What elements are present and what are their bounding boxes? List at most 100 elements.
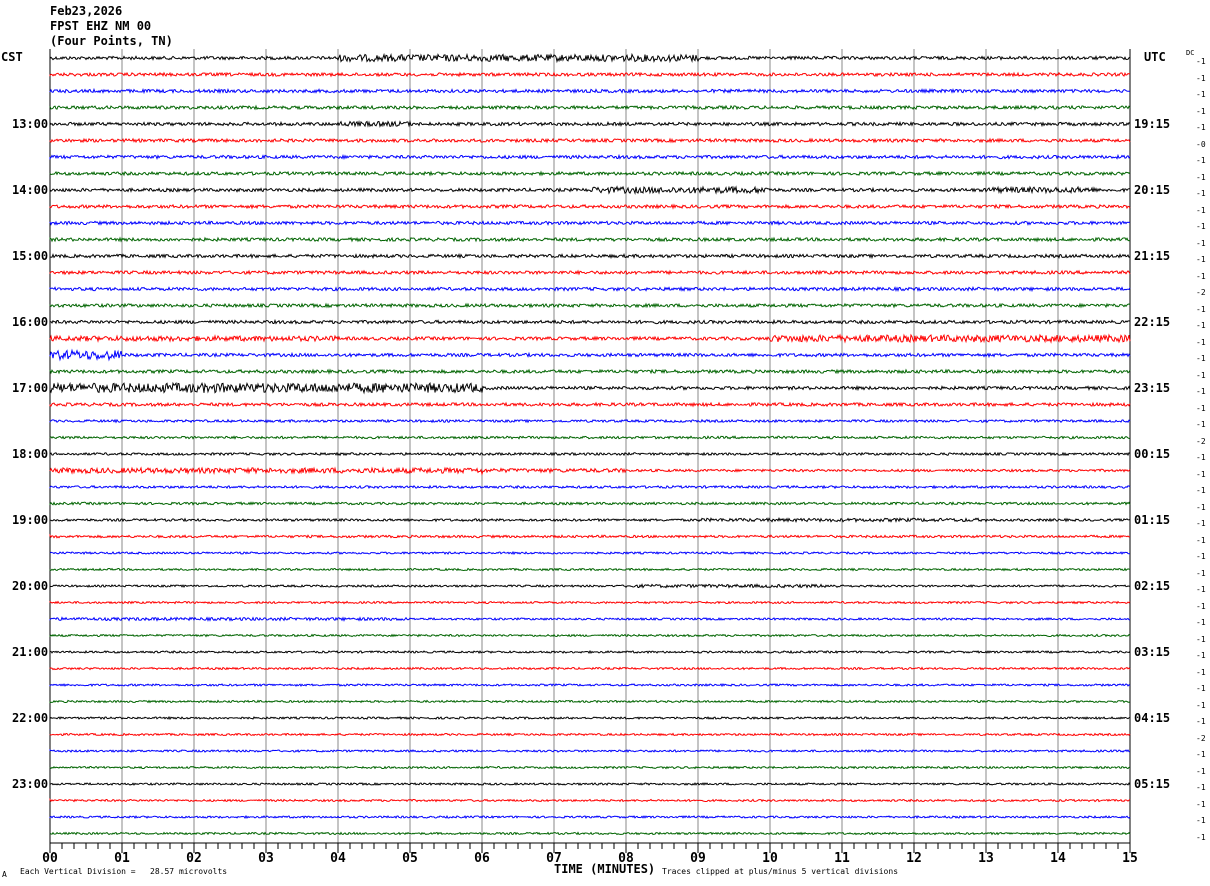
dc-offset-label: -1 xyxy=(1196,420,1206,429)
corner-mark: A xyxy=(2,870,7,879)
dc-offset-label: -1 xyxy=(1196,238,1206,248)
dc-offset-label: -1 xyxy=(1196,57,1206,66)
trace-line xyxy=(49,203,1131,210)
dc-offset-label: -1 xyxy=(1196,783,1206,792)
trace-line xyxy=(49,798,1131,803)
trace-line xyxy=(49,236,1131,243)
dc-offset-label: -1 xyxy=(1196,750,1206,759)
trace-line xyxy=(49,333,1131,344)
trace-line xyxy=(49,451,1131,457)
trace-line xyxy=(49,185,1130,195)
trace-line xyxy=(49,682,1131,688)
trace-line xyxy=(49,517,1131,523)
trace-line xyxy=(49,666,1131,671)
dc-offset-label: -1 xyxy=(1196,816,1206,825)
dc-offset-label: -1 xyxy=(1196,552,1206,561)
utc-time-label: 19:15 xyxy=(1134,117,1171,131)
x-tick-label: 09 xyxy=(690,851,706,866)
dc-offset-label: -1 xyxy=(1196,387,1206,396)
dc-offset-label: -1 xyxy=(1196,321,1206,330)
dc-offset-label: -1 xyxy=(1196,717,1206,726)
dc-offset-label: -1 xyxy=(1196,205,1206,215)
cst-time-label: 18:00 xyxy=(12,447,49,461)
cst-time-label: 14:00 xyxy=(12,183,49,197)
trace-line xyxy=(49,616,1131,622)
trace-line xyxy=(49,119,1131,128)
x-tick-label: 15 xyxy=(1122,851,1138,866)
dc-offset-label: -1 xyxy=(1196,403,1206,413)
utc-time-label: 21:15 xyxy=(1134,249,1171,263)
trace-line xyxy=(49,633,1131,638)
dc-offset-label: -1 xyxy=(1196,469,1206,479)
dc-offset-label: -2 xyxy=(1196,436,1206,446)
trace-line xyxy=(49,418,1131,424)
trace-line xyxy=(49,649,1131,655)
clip-note: Traces clipped at plus/minus 5 vertical … xyxy=(662,867,899,876)
dc-offset-label: -1 xyxy=(1196,271,1206,281)
dc-offset-label: -1 xyxy=(1196,502,1206,512)
dc-offset-label: -1 xyxy=(1196,766,1206,776)
trace-line xyxy=(49,137,1131,144)
cst-time-label: 13:00 xyxy=(12,117,49,131)
utc-time-label: 01:15 xyxy=(1134,513,1171,527)
x-tick-label: 00 xyxy=(42,851,58,866)
trace-line xyxy=(49,318,1131,325)
cst-time-label: 20:00 xyxy=(12,579,49,593)
dc-offset-label: -1 xyxy=(1196,90,1206,99)
cst-time-label: 22:00 xyxy=(12,711,49,725)
utc-time-label: 20:15 xyxy=(1134,183,1171,197)
trace-line xyxy=(49,501,1131,506)
utc-time-label: 02:15 xyxy=(1134,579,1171,593)
dc-offset-label: -0 xyxy=(1196,139,1206,149)
trace-line xyxy=(49,153,1131,161)
dc-offset-label: -1 xyxy=(1196,832,1206,842)
trace-line xyxy=(49,286,1131,293)
trace-line xyxy=(49,814,1131,820)
scale-note: Each Vertical Division = 28.57 microvolt… xyxy=(20,867,228,876)
x-tick-label: 02 xyxy=(186,851,202,866)
trace-line xyxy=(49,533,1131,539)
x-tick-label: 05 xyxy=(402,851,418,866)
trace-line xyxy=(49,348,1131,362)
dc-offset-label: -1 xyxy=(1196,634,1206,644)
dc-offset-label: -1 xyxy=(1196,73,1206,83)
trace-line xyxy=(49,699,1131,704)
x-tick-label: 13 xyxy=(978,851,994,866)
cst-time-label: 23:00 xyxy=(12,777,49,791)
trace-line xyxy=(49,71,1131,78)
trace-line xyxy=(49,715,1131,721)
utc-time-label: 22:15 xyxy=(1134,315,1171,329)
dc-offset-label: -1 xyxy=(1196,172,1206,182)
x-tick-label: 11 xyxy=(834,851,850,866)
utc-time-label: 23:15 xyxy=(1134,381,1171,395)
dc-offset-label: -1 xyxy=(1196,304,1206,314)
dc-offset-label: -1 xyxy=(1196,123,1206,132)
dc-offset-label: -1 xyxy=(1196,601,1206,611)
trace-line xyxy=(49,269,1131,276)
dc-offset-label: -1 xyxy=(1196,106,1206,116)
trace-line xyxy=(49,219,1131,226)
dc-offset-label: -1 xyxy=(1196,255,1206,264)
trace-line xyxy=(49,466,1131,476)
dc-offset-label: -1 xyxy=(1196,337,1206,347)
x-tick-label: 12 xyxy=(906,851,922,866)
trace-line xyxy=(49,170,1131,177)
trace-line xyxy=(49,435,1131,440)
trace-line xyxy=(49,749,1131,753)
dc-offset-label: -1 xyxy=(1196,585,1206,594)
trace-line xyxy=(49,583,1131,589)
dc-offset-label: -1 xyxy=(1196,453,1206,462)
trace-line xyxy=(49,381,1131,395)
utc-time-label: 04:15 xyxy=(1134,711,1171,725)
dc-offset-label: -1 xyxy=(1196,535,1206,545)
trace-line xyxy=(49,765,1131,770)
trace-line xyxy=(49,782,1131,786)
trace-line xyxy=(49,87,1131,95)
x-tick-label: 01 xyxy=(114,851,130,866)
dc-offset-label: -1 xyxy=(1196,519,1206,528)
dc-offset-label: -1 xyxy=(1196,222,1206,231)
cst-time-label: 15:00 xyxy=(12,249,49,263)
cst-time-label: 16:00 xyxy=(12,315,49,329)
cst-time-label: 17:00 xyxy=(12,381,49,395)
x-tick-label: 04 xyxy=(330,851,346,866)
